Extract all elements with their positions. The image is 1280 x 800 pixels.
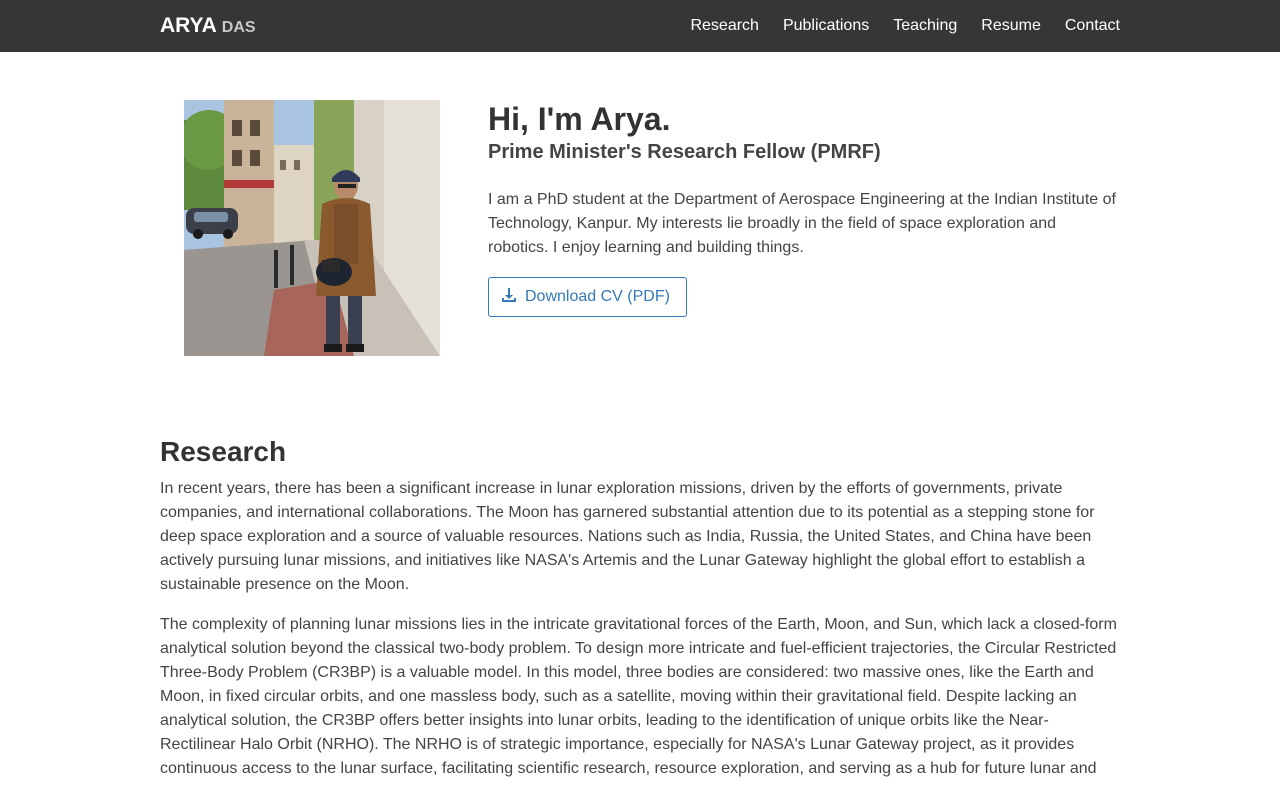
navbar: ARYA DAS Research Publications Teaching … — [0, 0, 1280, 52]
research-paragraph: The complexity of planning lunar mission… — [160, 616, 1117, 777]
nav-link-publications[interactable]: Publications — [783, 17, 869, 35]
brand-first-name: ARYA — [160, 14, 217, 37]
hero-text: Hi, I'm Arya. Prime Minister's Research … — [488, 100, 1120, 317]
download-cv-label: Download CV (PDF) — [525, 288, 670, 305]
research-body: In recent years, there has been a signif… — [160, 477, 1120, 781]
profile-photo — [184, 100, 440, 356]
nav-link-teaching[interactable]: Teaching — [893, 17, 957, 35]
nav-links: Research Publications Teaching Resume Co… — [690, 17, 1120, 35]
hero-bio: I am a PhD student at the Department of … — [488, 191, 1116, 256]
nav-link-research[interactable]: Research — [690, 17, 758, 35]
brand-logo[interactable]: ARYA DAS — [160, 14, 256, 38]
research-heading: Research — [160, 436, 287, 467]
hero-section: Hi, I'm Arya. Prime Minister's Research … — [0, 52, 1280, 452]
nav-link-contact[interactable]: Contact — [1065, 17, 1120, 35]
download-cv-button[interactable]: Download CV (PDF) — [488, 277, 687, 317]
hero-subtitle: Prime Minister's Research Fellow (PMRF) — [488, 141, 881, 163]
nav-link-resume[interactable]: Resume — [981, 17, 1041, 35]
brand-last-name: DAS — [221, 19, 256, 36]
research-section: Research In recent years, there has been… — [0, 436, 1280, 790]
page-title: Hi, I'm Arya. — [488, 101, 671, 137]
download-icon — [501, 287, 517, 308]
research-paragraph: In recent years, there has been a signif… — [160, 480, 1095, 593]
